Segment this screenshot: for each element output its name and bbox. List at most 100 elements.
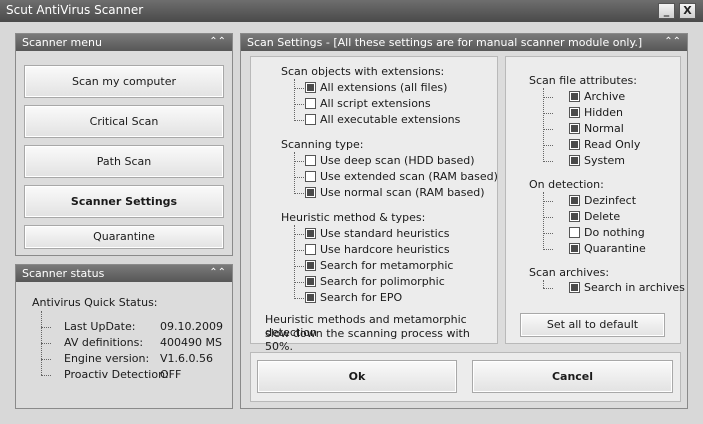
tree-branch: [41, 375, 51, 376]
option-label: All executable extensions: [320, 113, 461, 126]
tree-branch: [294, 234, 304, 235]
opt-hardcore-heuristics[interactable]: Use hardcore heuristics: [305, 243, 450, 257]
opt-executable-extensions[interactable]: All executable extensions: [305, 113, 460, 127]
tree-branch: [41, 327, 51, 328]
tree-branch: [543, 201, 553, 202]
opt-normal-scan[interactable]: Use normal scan (RAM based): [305, 186, 485, 200]
checkbox[interactable]: [569, 227, 580, 238]
opt-script-extensions[interactable]: All script extensions: [305, 97, 431, 111]
heuristic-title: Heuristic method & types:: [281, 211, 426, 224]
option-label: Use hardcore heuristics: [320, 243, 450, 256]
checkbox[interactable]: [569, 211, 580, 222]
scanner-menu-title: Scanner menu: [22, 36, 102, 49]
option-label: Search in archives: [584, 281, 685, 294]
opt-normal[interactable]: Normal: [569, 122, 624, 136]
opt-delete[interactable]: Delete: [569, 210, 620, 224]
option-label: Do nothing: [584, 226, 645, 239]
checkbox[interactable]: [569, 155, 580, 166]
chevron-up-double-icon[interactable]: ⌃⌃: [209, 35, 226, 49]
action-buttons-box: Ok Cancel: [250, 352, 681, 402]
checkbox[interactable]: [305, 260, 316, 271]
critical-scan-button[interactable]: Critical Scan: [24, 105, 224, 138]
tree-branch: [294, 88, 304, 89]
option-label: Archive: [584, 90, 626, 103]
checkbox[interactable]: [305, 155, 316, 166]
option-label: System: [584, 154, 626, 167]
checkbox[interactable]: [305, 244, 316, 255]
option-label: Use extended scan (RAM based): [320, 170, 498, 183]
checkbox[interactable]: [305, 114, 316, 125]
scanner-status-header: Scanner status ⌃⌃: [16, 265, 232, 282]
tree-branch: [543, 249, 553, 250]
option-label: Hidden: [584, 106, 624, 119]
close-button[interactable]: X: [679, 3, 696, 19]
window-title: Scut AntiVirus Scanner: [6, 3, 144, 17]
opt-hidden[interactable]: Hidden: [569, 106, 623, 120]
tree-line: [294, 152, 295, 194]
option-label: All script extensions: [320, 97, 431, 110]
checkbox[interactable]: [305, 276, 316, 287]
opt-read-only[interactable]: Read Only: [569, 138, 640, 152]
opt-do-nothing[interactable]: Do nothing: [569, 226, 645, 240]
archives-title: Scan archives:: [529, 266, 610, 279]
path-scan-button[interactable]: Path Scan: [24, 145, 224, 178]
heuristic-note-line2: slow down the scanning process with 50%.: [265, 327, 470, 353]
tree-branch: [543, 129, 553, 130]
scanning-type-title: Scanning type:: [281, 138, 364, 151]
checkbox[interactable]: [305, 82, 316, 93]
minimize-button[interactable]: _: [658, 3, 675, 19]
scanner-settings-button[interactable]: Scanner Settings: [24, 185, 224, 218]
chevron-up-double-icon[interactable]: ⌃⌃: [209, 266, 226, 280]
tree-branch: [543, 161, 553, 162]
opt-standard-heuristics[interactable]: Use standard heuristics: [305, 227, 450, 241]
checkbox[interactable]: [569, 107, 580, 118]
opt-extended-scan[interactable]: Use extended scan (RAM based): [305, 170, 498, 184]
quarantine-button[interactable]: Quarantine: [24, 225, 224, 249]
status-value: 400490 MS: [160, 336, 222, 349]
status-row-proactiv-detection: Proactiv Detection: OFF: [64, 368, 181, 382]
opt-archive[interactable]: Archive: [569, 90, 625, 104]
opt-search-in-archives[interactable]: Search in archives: [569, 281, 685, 295]
option-label: Normal: [584, 122, 624, 135]
checkbox[interactable]: [569, 91, 580, 102]
opt-dezinfect[interactable]: Dezinfect: [569, 194, 636, 208]
set-all-default-button[interactable]: Set all to default: [520, 313, 665, 337]
checkbox[interactable]: [305, 98, 316, 109]
chevron-up-double-icon[interactable]: ⌃⌃: [664, 35, 681, 49]
option-label: Dezinfect: [584, 194, 637, 207]
scanner-menu-panel: Scanner menu ⌃⌃ Scan my computer Critica…: [15, 33, 233, 256]
checkbox[interactable]: [569, 139, 580, 150]
status-row-av-definitions: AV definitions: 400490 MS: [64, 336, 222, 350]
extensions-title: Scan objects with extensions:: [281, 65, 445, 78]
opt-quarantine[interactable]: Quarantine: [569, 242, 646, 256]
tree-branch: [294, 282, 304, 283]
checkbox[interactable]: [305, 228, 316, 239]
scan-my-computer-button[interactable]: Scan my computer: [24, 65, 224, 98]
checkbox[interactable]: [569, 282, 580, 293]
checkbox[interactable]: [569, 243, 580, 254]
status-value: OFF: [160, 368, 182, 381]
scan-settings-panel: Scan Settings - [All these settings are …: [240, 33, 688, 409]
tree-line: [543, 88, 544, 162]
opt-system[interactable]: System: [569, 154, 625, 168]
cancel-button[interactable]: Cancel: [472, 360, 673, 393]
checkbox[interactable]: [569, 195, 580, 206]
option-label: Search for metamorphic: [320, 259, 454, 272]
scan-settings-title: Scan Settings - [All these settings are …: [247, 36, 643, 49]
option-label: Use standard heuristics: [320, 227, 450, 240]
file-options-box: Scan file attributes: Archive Hidden Nor…: [505, 56, 685, 344]
tree-branch: [543, 233, 553, 234]
opt-all-extensions[interactable]: All extensions (all files): [305, 81, 447, 95]
tree-branch: [294, 298, 304, 299]
opt-polimorphic[interactable]: Search for polimorphic: [305, 275, 445, 289]
scan-settings-header: Scan Settings - [All these settings are …: [241, 34, 687, 51]
opt-deep-scan[interactable]: Use deep scan (HDD based): [305, 154, 475, 168]
ok-button[interactable]: Ok: [257, 360, 457, 393]
checkbox[interactable]: [305, 292, 316, 303]
opt-metamorphic[interactable]: Search for metamorphic: [305, 259, 453, 273]
checkbox[interactable]: [305, 187, 316, 198]
opt-epo[interactable]: Search for EPO: [305, 291, 402, 305]
option-label: Search for polimorphic: [320, 275, 445, 288]
checkbox[interactable]: [569, 123, 580, 134]
checkbox[interactable]: [305, 171, 316, 182]
